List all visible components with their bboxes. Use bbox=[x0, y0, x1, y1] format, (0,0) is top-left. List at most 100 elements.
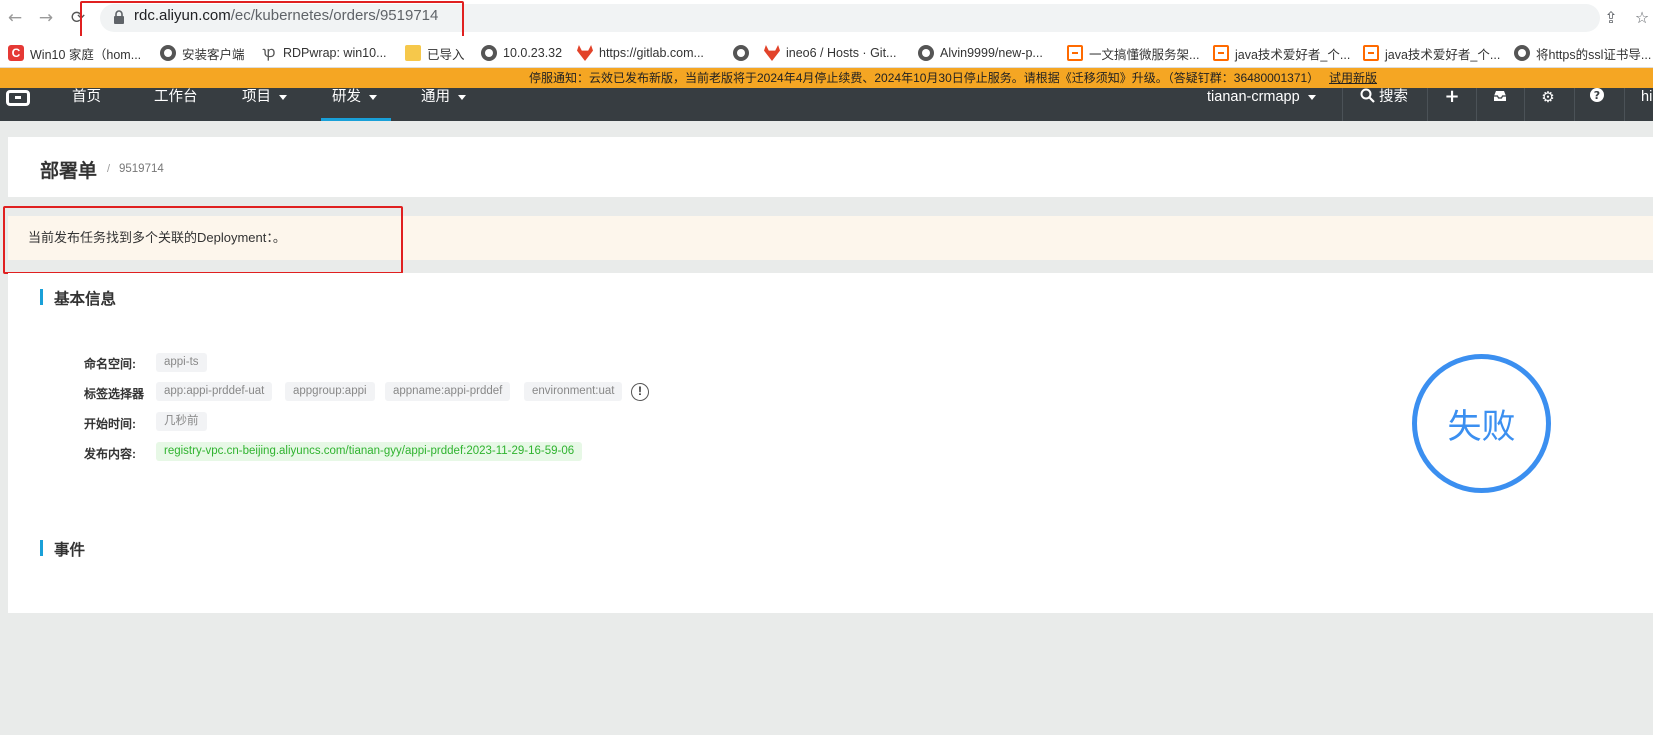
info-icon[interactable]: ! bbox=[631, 383, 649, 401]
aliyun-icon bbox=[1363, 45, 1379, 61]
selector-tag: app:appi-prddef-uat bbox=[156, 382, 273, 401]
selector-label: 标签选择器 bbox=[84, 387, 145, 401]
nav-label: 研发 bbox=[332, 89, 361, 105]
bookmark-label: ineo6 / Hosts · Git... bbox=[786, 46, 897, 60]
gitlab-icon bbox=[764, 45, 780, 61]
bookmark-item[interactable]: 10.0.23.32 bbox=[481, 44, 562, 62]
image-tag: registry-vpc.cn-beijing.aliyuncs.com/tia… bbox=[156, 442, 583, 461]
bookmark-label: Win10 家庭（hom... bbox=[30, 47, 142, 62]
namespace-label: 命名空间: bbox=[84, 357, 136, 371]
plus-icon[interactable]: + bbox=[1443, 88, 1461, 108]
search-button[interactable]: 搜索 bbox=[1360, 88, 1408, 121]
help-shape: ? bbox=[1590, 88, 1604, 102]
nav-divider bbox=[1476, 88, 1477, 121]
bookmark-label: 安装客户端 bbox=[182, 47, 245, 62]
rdp-icon: ꝕ bbox=[262, 44, 276, 61]
page-title: 部署单 bbox=[40, 161, 98, 182]
bookmark-label: java技术爱好者_个... bbox=[1235, 47, 1351, 62]
bookmark-item[interactable]: C Win10 家庭（hom... bbox=[8, 44, 141, 62]
alert-text: 当前发布任务找到多个关联的Deployment：。 bbox=[28, 230, 286, 245]
chevron-down-icon bbox=[369, 94, 377, 100]
bookmark-label: 一文搞懂微服务架... bbox=[1089, 47, 1200, 62]
bookmark-label: RDPwrap: win10... bbox=[283, 46, 387, 60]
bookmark-item[interactable]: https://gitlab.com... bbox=[577, 44, 704, 62]
bookmark-item[interactable]: 安装客户端 bbox=[160, 44, 245, 62]
forward-icon[interactable]: → bbox=[36, 8, 56, 28]
try-new-version-link[interactable]: 试用新版 bbox=[1329, 68, 1377, 88]
bookmark-item[interactable]: ꝕ RDPwrap: win10... bbox=[261, 44, 387, 62]
reload-icon[interactable]: ⟳ bbox=[68, 8, 88, 28]
browser-toolbar: ← → ⟳ rdc.aliyun.com/ec/kubernetes/order… bbox=[0, 0, 1653, 36]
start-time-label: 开始时间: bbox=[84, 417, 136, 431]
search-icon bbox=[1360, 88, 1375, 103]
page-header-card bbox=[8, 137, 1653, 197]
bookmark-label: 将https的ssl证书导... bbox=[1536, 47, 1652, 62]
svg-text:?: ? bbox=[1594, 89, 1600, 102]
gear-icon[interactable]: ⚙ bbox=[1539, 88, 1557, 108]
project-switcher[interactable]: tianan-crmapp bbox=[1207, 88, 1316, 121]
project-name: tianan-crmapp bbox=[1207, 89, 1300, 105]
namespace-tag: appi-ts bbox=[156, 353, 207, 372]
aliyun-icon bbox=[1213, 45, 1229, 61]
help-icon[interactable]: ? bbox=[1590, 88, 1604, 108]
bookmark-item[interactable]: 将https的ssl证书导... bbox=[1514, 44, 1651, 62]
start-time-tag: 几秒前 bbox=[156, 412, 207, 431]
back-icon[interactable]: ← bbox=[5, 8, 25, 28]
basic-info-title: 基本信息 bbox=[54, 291, 117, 308]
nav-divider bbox=[1342, 88, 1343, 121]
nav-label: 首页 bbox=[72, 89, 101, 105]
breadcrumb-separator: / bbox=[107, 163, 111, 175]
bookmark-label: https://gitlab.com... bbox=[599, 46, 704, 60]
nav-item-home[interactable]: 首页 bbox=[72, 88, 101, 121]
nav-divider bbox=[1574, 88, 1575, 121]
inbox-icon[interactable] bbox=[1492, 88, 1508, 108]
bookmark-label: java技术爱好者_个... bbox=[1385, 47, 1501, 62]
bookmark-item[interactable]: java技术爱好者_个... bbox=[1363, 44, 1500, 62]
app-nav-bar: 首页 工作台 项目 研发 通用 tianan-crmapp 搜索 + ⚙ ? h… bbox=[0, 88, 1653, 121]
bookmarks-bar: C Win10 家庭（hom... 安装客户端 ꝕ RDPwrap: win10..… bbox=[0, 36, 1653, 68]
user-menu[interactable]: hi bbox=[1641, 88, 1652, 121]
selector-tag: environment:uat bbox=[524, 382, 623, 401]
user-initial: hi bbox=[1641, 89, 1653, 105]
bookmark-label: 已导入 bbox=[427, 47, 465, 62]
search-label: 搜索 bbox=[1379, 89, 1408, 105]
nav-item-workbench[interactable]: 工作台 bbox=[154, 88, 198, 121]
aliyun-logo-icon[interactable] bbox=[6, 90, 30, 106]
bookmark-label: 10.0.23.32 bbox=[503, 46, 563, 60]
nav-label: 工作台 bbox=[154, 89, 198, 105]
bookmark-item[interactable]: java技术爱好者_个... bbox=[1213, 44, 1350, 62]
bookmark-item[interactable]: 已导入 bbox=[405, 44, 465, 62]
chevron-down-icon bbox=[1307, 94, 1316, 100]
bookmark-item[interactable]: Alvin9999/new-p... bbox=[918, 44, 1043, 62]
c-icon: C bbox=[8, 45, 24, 61]
url-text[interactable]: rdc.aliyun.com/ec/kubernetes/orders/9519… bbox=[134, 7, 438, 24]
bookmark-item[interactable]: ineo6 / Hosts · Git... bbox=[764, 44, 896, 62]
nav-divider bbox=[1427, 88, 1428, 121]
url-path: /ec/kubernetes/orders/9519714 bbox=[230, 7, 439, 24]
order-id: 9519714 bbox=[119, 163, 164, 175]
selector-tag: appgroup:appi bbox=[285, 382, 375, 401]
status-text: 失败 bbox=[1447, 407, 1516, 447]
nav-item-dev[interactable]: 研发 bbox=[332, 88, 377, 121]
globe-icon bbox=[918, 45, 934, 61]
inbox-shape bbox=[1494, 91, 1506, 101]
nav-label: 通用 bbox=[421, 89, 450, 105]
globe-icon bbox=[1514, 45, 1530, 61]
notice-text: 停服通知：云效已发布新版，当前老版将于2024年4月停止续费、2024年10月3… bbox=[529, 71, 1320, 85]
lock-icon[interactable] bbox=[113, 10, 125, 24]
selector-tag: appname:appi-prddef bbox=[385, 382, 511, 401]
nav-item-general[interactable]: 通用 bbox=[421, 88, 466, 121]
bookmark-star-icon[interactable]: ☆ bbox=[1632, 8, 1652, 28]
nav-item-projects[interactable]: 项目 bbox=[242, 88, 287, 121]
url-domain: rdc.aliyun.com bbox=[134, 7, 231, 24]
globe-icon bbox=[160, 45, 176, 61]
nav-divider bbox=[1524, 88, 1525, 121]
aliyun-icon bbox=[1067, 45, 1083, 61]
globe-icon bbox=[481, 45, 497, 61]
section-accent-bar bbox=[40, 540, 43, 556]
share-icon[interactable]: ⇪ bbox=[1601, 8, 1621, 28]
chevron-down-icon bbox=[279, 94, 287, 100]
bookmark-item[interactable]: 一文搞懂微服务架... bbox=[1067, 44, 1199, 62]
bookmark-item[interactable] bbox=[733, 44, 755, 62]
nav-divider bbox=[1624, 88, 1625, 121]
